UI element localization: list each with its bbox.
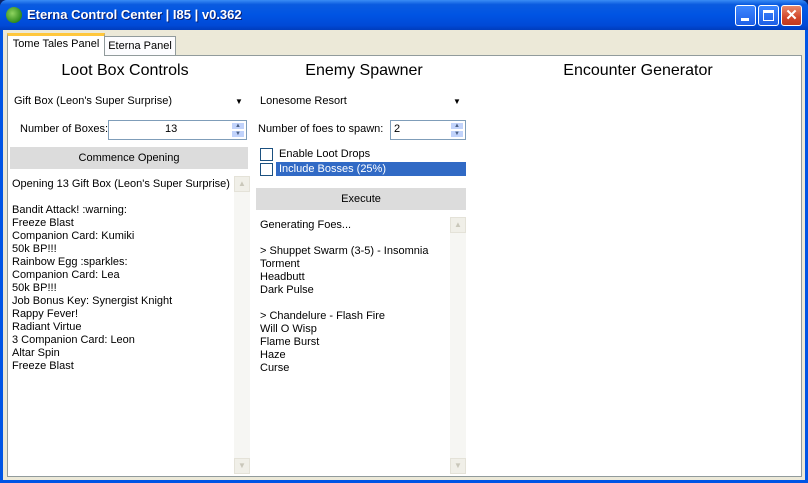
log-line: Torment xyxy=(260,258,300,270)
commence-opening-button[interactable]: Commence Opening xyxy=(10,147,248,169)
tome-tales-tab-page: Loot Box Controls Gift Box (Leon's Super… xyxy=(7,55,802,477)
log-line: Rainbow Egg :sparkles: xyxy=(12,256,128,268)
log-line: Rappy Fever! xyxy=(12,308,79,320)
box-count-stepper[interactable]: 13 ▲ ▼ xyxy=(108,120,247,140)
loot-log-scrollbar[interactable]: ▲ ▼ xyxy=(234,176,250,474)
enable-loot-drops-checkbox[interactable]: Enable Loot Drops xyxy=(260,147,460,161)
dropdown-arrow-icon: ▼ xyxy=(453,97,461,106)
window-client: Tome Tales Panel Eterna Panel Loot Box C… xyxy=(3,30,805,480)
loot-log-textbox[interactable]: Opening 13 Gift Box (Leon's Super Surpri… xyxy=(8,176,250,474)
app-window: Eterna Control Center | I85 | v0.362 ✕ T… xyxy=(0,0,808,483)
minimize-button[interactable] xyxy=(735,5,756,26)
spawner-log-textbox[interactable]: Generating Foes... > Shuppet Swarm (3-5)… xyxy=(256,217,466,474)
checkbox-box[interactable] xyxy=(260,148,273,161)
log-line: Freeze Blast xyxy=(12,360,74,372)
log-line: Opening 13 Gift Box (Leon's Super Surpri… xyxy=(12,178,230,190)
box-type-dropdown[interactable]: Gift Box (Leon's Super Surprise) ▼ xyxy=(10,92,248,112)
execute-button[interactable]: Execute xyxy=(256,188,466,210)
maximize-button[interactable] xyxy=(758,5,779,26)
checkbox-box[interactable] xyxy=(260,163,273,176)
enemy-spawner-heading: Enemy Spawner xyxy=(305,62,423,79)
location-dropdown[interactable]: Lonesome Resort ▼ xyxy=(256,92,466,112)
foes-count-spinner[interactable]: ▲ ▼ xyxy=(450,122,464,138)
spin-down-icon[interactable]: ▼ xyxy=(450,130,464,138)
encounter-generator-heading: Encounter Generator xyxy=(563,62,713,79)
spawner-log-scrollbar[interactable]: ▲ ▼ xyxy=(450,217,466,474)
log-line: Companion Card: Lea xyxy=(12,269,120,281)
log-line: Job Bonus Key: Synergist Knight xyxy=(12,295,173,307)
scroll-down-icon[interactable]: ▼ xyxy=(234,458,250,474)
include-bosses-label: Include Bosses (25%) xyxy=(279,163,386,175)
maximize-icon xyxy=(763,10,774,21)
app-logo-icon xyxy=(6,7,22,23)
log-line: 50k BP!!! xyxy=(12,243,57,255)
log-line: > Shuppet Swarm (3-5) - Insomnia xyxy=(260,245,429,257)
tab-eterna-panel[interactable]: Eterna Panel xyxy=(104,36,176,55)
box-type-value: Gift Box (Leon's Super Surprise) xyxy=(14,95,173,107)
log-line: Dark Pulse xyxy=(260,284,314,296)
tab-tome-tales-panel[interactable]: Tome Tales Panel xyxy=(7,33,105,56)
loot-box-heading: Loot Box Controls xyxy=(61,62,189,79)
log-line: Generating Foes... xyxy=(260,219,352,231)
window-title: Eterna Control Center | I85 | v0.362 xyxy=(27,7,242,22)
minimize-icon xyxy=(741,18,749,21)
spin-down-icon[interactable]: ▼ xyxy=(231,130,245,138)
box-count-label: Number of Boxes: xyxy=(20,123,109,135)
dropdown-arrow-icon: ▼ xyxy=(235,97,243,106)
log-line: Companion Card: Kumiki xyxy=(12,230,135,242)
scroll-up-icon[interactable]: ▲ xyxy=(234,176,250,192)
log-line: Radiant Virtue xyxy=(12,321,82,333)
spin-up-icon[interactable]: ▲ xyxy=(231,122,245,130)
location-value: Lonesome Resort xyxy=(260,95,347,107)
log-line: Will O Wisp xyxy=(260,323,317,335)
spin-up-icon[interactable]: ▲ xyxy=(450,122,464,130)
foes-count-value: 2 xyxy=(394,123,401,135)
log-line: Headbutt xyxy=(260,271,305,283)
foes-count-label: Number of foes to spawn: xyxy=(258,123,384,135)
close-icon: ✕ xyxy=(785,7,798,24)
title-bar[interactable]: Eterna Control Center | I85 | v0.362 ✕ xyxy=(0,0,808,30)
enable-loot-drops-label: Enable Loot Drops xyxy=(279,148,371,160)
log-line: > Chandelure - Flash Fire xyxy=(260,310,386,322)
foes-count-stepper[interactable]: 2 ▲ ▼ xyxy=(390,120,466,140)
box-count-value: 13 xyxy=(165,123,178,135)
spawner-log-lines: Generating Foes... > Shuppet Swarm (3-5)… xyxy=(256,219,428,375)
log-line: Altar Spin xyxy=(12,347,60,359)
log-line: Curse xyxy=(260,362,290,374)
log-line: 50k BP!!! xyxy=(12,282,57,294)
box-count-spinner[interactable]: ▲ ▼ xyxy=(231,122,245,138)
log-line: Haze xyxy=(260,349,286,361)
scroll-down-icon[interactable]: ▼ xyxy=(450,458,466,474)
close-button[interactable]: ✕ xyxy=(781,5,802,26)
log-line: Freeze Blast xyxy=(12,217,74,229)
include-bosses-checkbox[interactable]: Include Bosses (25%) xyxy=(260,162,466,176)
loot-log-lines: Opening 13 Gift Box (Leon's Super Surpri… xyxy=(8,178,230,373)
log-line: Bandit Attack! :warning: xyxy=(12,204,127,216)
log-line: 3 Companion Card: Leon xyxy=(12,334,135,346)
scroll-up-icon[interactable]: ▲ xyxy=(450,217,466,233)
log-line: Flame Burst xyxy=(260,336,320,348)
